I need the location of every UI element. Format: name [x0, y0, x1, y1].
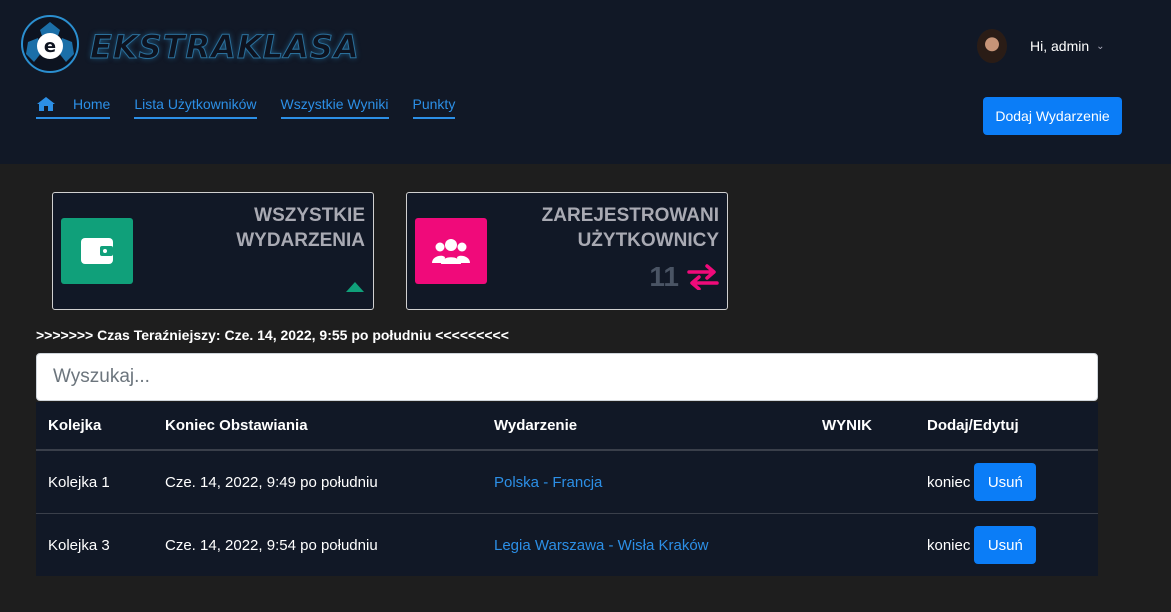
chevron-down-icon: ⌄ [1096, 40, 1105, 52]
caret-up-icon [346, 282, 364, 292]
search-input[interactable] [36, 353, 1098, 401]
delete-button[interactable]: Usuń [974, 526, 1037, 564]
card-title: WSZYSTKIE WYDARZENIA [236, 205, 365, 251]
round-cell: Kolejka 1 [48, 473, 110, 491]
nav-item-label: Wszystkie Wyniki [280, 96, 389, 112]
main-nav: Home Lista Użytkowników Wszystkie Wyniki… [36, 96, 479, 119]
delete-button[interactable]: Usuń [974, 463, 1037, 501]
registered-users-card[interactable]: ZAREJESTROWANI UŻYTKOWNICY 11 [406, 192, 728, 310]
event-link[interactable]: Polska - Francja [494, 474, 602, 491]
column-header: Wydarzenie [494, 417, 578, 434]
deadline-cell: Cze. 14, 2022, 9:54 po południu [165, 536, 378, 554]
svg-text:e: e [44, 36, 56, 57]
users-count: 11 [649, 261, 679, 292]
table-header: Kolejka Koniec Obstawiania Wydarzenie WY… [36, 402, 1098, 451]
events-table: Kolejka Koniec Obstawiania Wydarzenie WY… [36, 402, 1098, 576]
users-icon [415, 218, 487, 284]
nav-item-home[interactable]: Home [36, 96, 111, 119]
wallet-icon [61, 218, 133, 284]
card-foot [345, 281, 365, 293]
nav-item-label: Home [73, 96, 111, 112]
nav-item-points[interactable]: Punkty [412, 96, 456, 119]
deadline-cell: Cze. 14, 2022, 9:49 po południu [165, 473, 378, 491]
status-text: koniec [927, 473, 971, 491]
table-row: Kolejka 3 Cze. 14, 2022, 9:54 po południ… [36, 514, 1098, 576]
all-events-card[interactable]: WSZYSTKIE WYDARZENIA [52, 192, 374, 310]
actions-cell: koniec Usuń [927, 451, 1037, 513]
brand-name: EKSTRAKLASA [90, 28, 360, 67]
column-header: Koniec Obstawiania [165, 417, 308, 434]
nav-item-users[interactable]: Lista Użytkowników [134, 96, 257, 119]
table-row: Kolejka 1 Cze. 14, 2022, 9:49 po południ… [36, 451, 1098, 514]
column-header: Kolejka [48, 417, 102, 434]
current-time: >>>>>>> Czas Teraźniejszy: Cze. 14, 2022… [36, 327, 509, 343]
user-greeting: Hi, admin [1030, 38, 1090, 54]
brand-logo[interactable]: e EKSTRAKLASA [20, 14, 359, 78]
actions-cell: koniec Usuń [927, 514, 1037, 576]
column-header: Dodaj/Edytuj [927, 417, 1019, 434]
home-icon [37, 97, 55, 111]
round-cell: Kolejka 3 [48, 536, 110, 554]
nav-item-results[interactable]: Wszystkie Wyniki [280, 96, 389, 119]
avatar [977, 29, 1007, 63]
column-header: WYNIK [822, 417, 872, 434]
top-header: e EKSTRAKLASA Hi, admin ⌄ Home Lista Uży… [0, 0, 1171, 164]
event-cell: Legia Warszawa - Wisła Kraków [494, 514, 709, 576]
exchange-arrows-icon [687, 264, 719, 290]
event-link[interactable]: Legia Warszawa - Wisła Kraków [494, 537, 709, 554]
ekstraklasa-ball-icon: e [21, 15, 79, 73]
add-event-button[interactable]: Dodaj Wydarzenie [983, 97, 1122, 135]
card-foot: 11 [649, 261, 719, 293]
event-cell: Polska - Francja [494, 451, 602, 513]
status-text: koniec [927, 536, 971, 554]
user-menu[interactable]: Hi, admin ⌄ [977, 28, 1105, 64]
nav-item-label: Lista Użytkowników [134, 96, 257, 112]
card-title: ZAREJESTROWANI UŻYTKOWNICY [541, 205, 719, 251]
nav-item-label: Punkty [412, 96, 456, 112]
